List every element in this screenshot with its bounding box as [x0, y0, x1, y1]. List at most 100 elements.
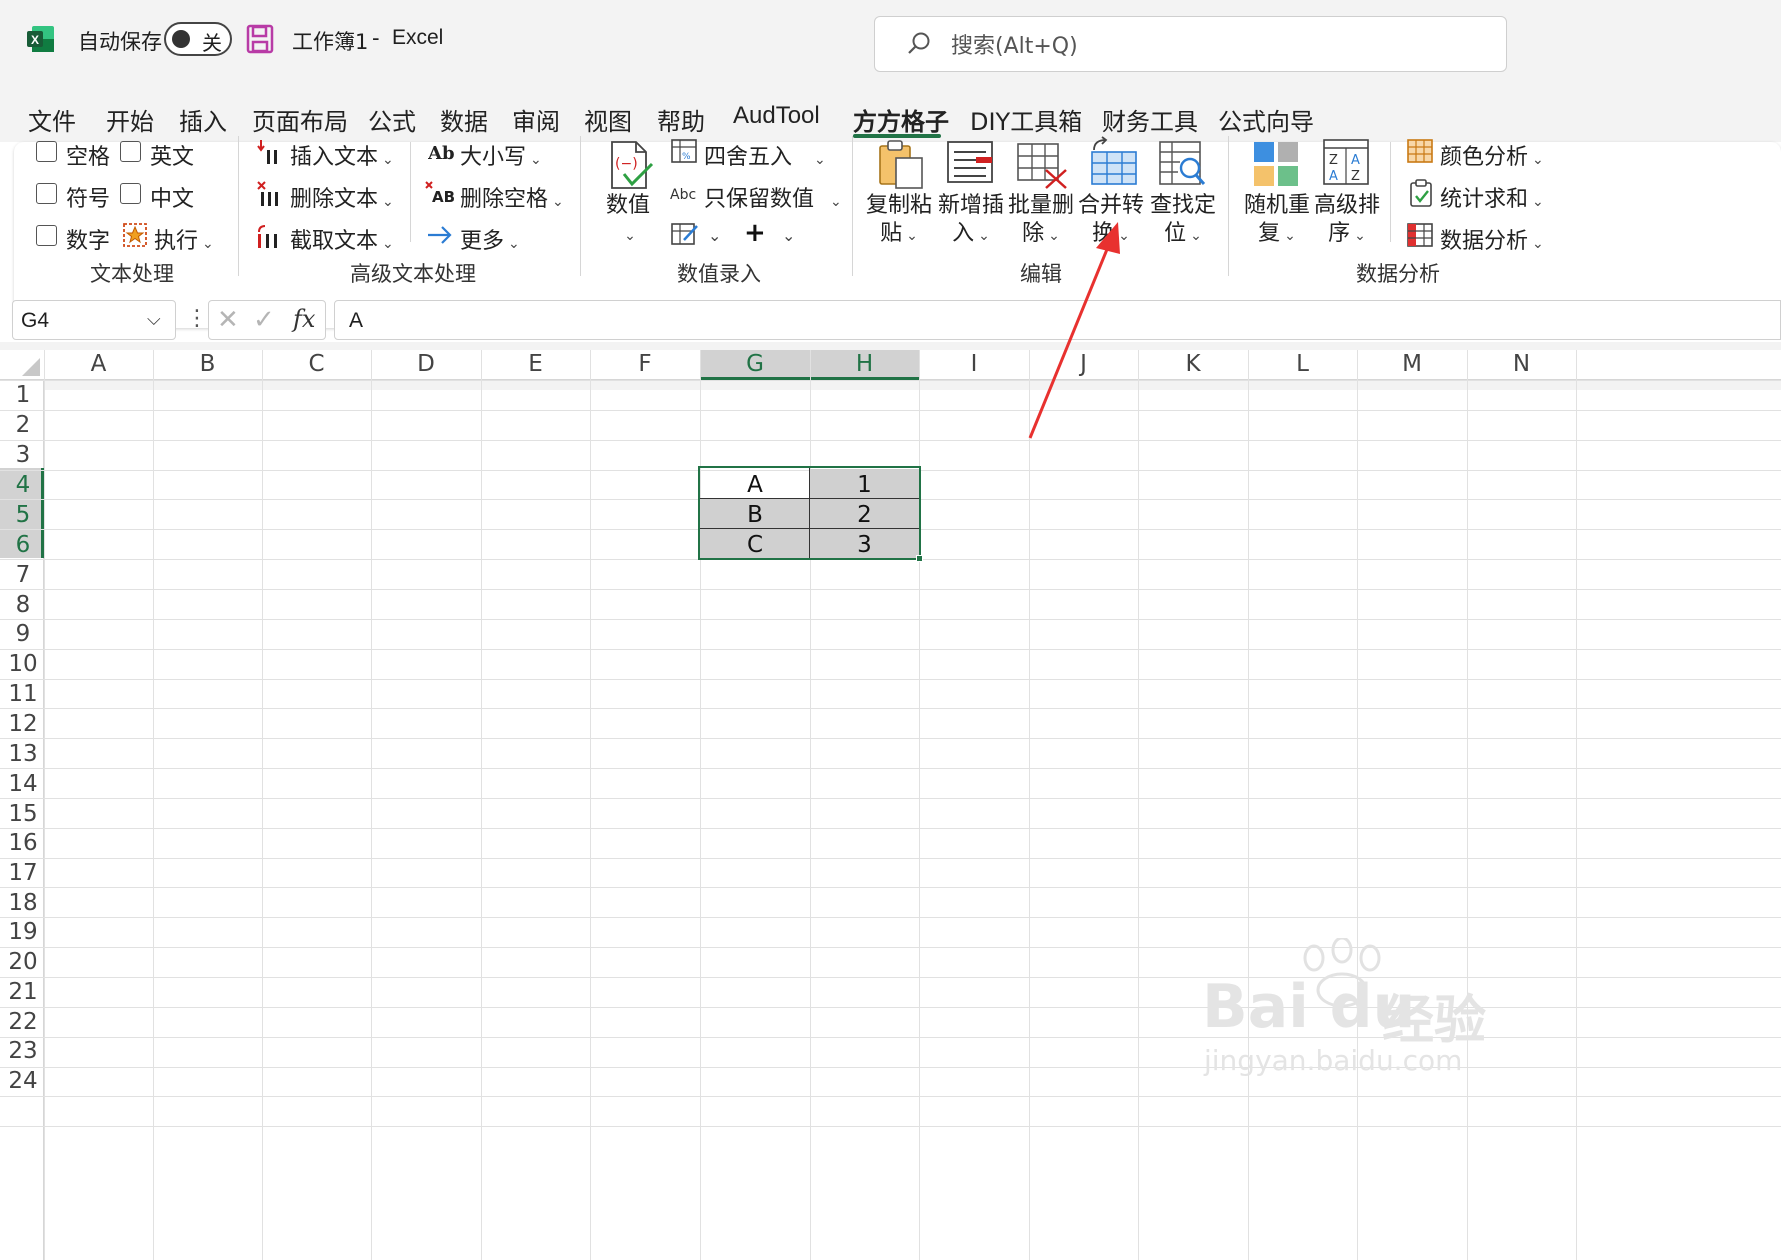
color-analysis-button[interactable]: 颜色分析 ⌄	[1440, 139, 1544, 171]
numeric-button[interactable]: 数值 ⌄	[604, 192, 652, 250]
column-header-l[interactable]: L	[1248, 346, 1357, 380]
execute-button[interactable]: 执行 ⌄	[154, 223, 214, 255]
row-header-1[interactable]: 1	[0, 382, 46, 408]
row-header-8[interactable]: 8	[0, 592, 46, 618]
row-header-18[interactable]: 18	[0, 890, 46, 916]
column-header-n[interactable]: N	[1467, 346, 1576, 380]
cell-h6[interactable]: 3	[810, 532, 919, 558]
row-header-10[interactable]: 10	[0, 651, 46, 677]
cell-h4[interactable]: 1	[810, 472, 919, 498]
more-button[interactable]: 更多 ⌄	[460, 223, 520, 255]
menu-finance-tools[interactable]: 财务工具	[1102, 102, 1198, 137]
row-header-22[interactable]: 22	[0, 1009, 46, 1035]
extract-text-icon	[256, 222, 282, 250]
select-all-corner[interactable]	[0, 350, 44, 380]
menu-insert[interactable]: 插入	[179, 102, 227, 137]
insert-rows-button[interactable]: 新增插入 ⌄	[938, 192, 1004, 250]
delete-space-button[interactable]: 删除空格 ⌄	[460, 181, 564, 213]
copy-paste-button[interactable]: 复制粘贴 ⌄	[866, 192, 932, 250]
cancel-icon[interactable]: ✕	[217, 305, 239, 335]
delete-text-button[interactable]: 删除文本 ⌄	[290, 181, 394, 213]
row-header-14[interactable]: 14	[0, 771, 46, 797]
menu-audtool[interactable]: AudTool	[733, 102, 820, 130]
checkbox-number[interactable]	[36, 225, 57, 246]
chevron-down-icon[interactable]: ⌵	[147, 309, 161, 330]
random-repeat-button[interactable]: 随机重复 ⌄	[1244, 192, 1310, 250]
checkbox-chinese[interactable]	[120, 183, 141, 204]
menu-formulas[interactable]: 公式	[368, 102, 416, 137]
row-header-17[interactable]: 17	[0, 860, 46, 886]
row-header-3[interactable]: 3	[0, 442, 46, 468]
checkbox-symbol[interactable]	[36, 183, 57, 204]
column-header-c[interactable]: C	[262, 346, 371, 380]
checkbox-english[interactable]	[120, 141, 141, 162]
cell-h5[interactable]: 2	[810, 502, 919, 528]
insert-text-button[interactable]: 插入文本 ⌄	[290, 139, 394, 171]
checkbox-space[interactable]	[36, 141, 57, 162]
cell-g6[interactable]: C	[700, 532, 810, 558]
row-header-5[interactable]: 5	[0, 502, 46, 528]
menu-file[interactable]: 文件	[28, 102, 76, 137]
row-header-2[interactable]: 2	[0, 412, 46, 438]
confirm-icon[interactable]: ✓	[253, 305, 275, 335]
edit-form-icon[interactable]	[670, 220, 700, 248]
cell-g4[interactable]: A	[700, 472, 810, 498]
find-locate-button[interactable]: 查找定位 ⌄	[1150, 192, 1216, 250]
search-box[interactable]: 搜索(Alt+Q)	[874, 16, 1507, 72]
row-header-11[interactable]: 11	[0, 681, 46, 707]
data-analysis-button[interactable]: 数据分析 ⌄	[1440, 223, 1544, 255]
round-button[interactable]: 四舍五入 ⌄	[704, 139, 826, 171]
row-header-23[interactable]: 23	[0, 1038, 46, 1064]
autosave-toggle[interactable]: 关	[164, 22, 232, 56]
row-header-24[interactable]: 24	[0, 1068, 46, 1094]
name-box[interactable]: G4 ⌵	[12, 300, 176, 340]
row-header-6[interactable]: 6	[0, 532, 46, 558]
menu-page-layout[interactable]: 页面布局	[252, 102, 348, 137]
row-header-13[interactable]: 13	[0, 741, 46, 767]
menu-review[interactable]: 审阅	[512, 102, 560, 137]
column-header-i[interactable]: I	[919, 346, 1029, 380]
insert-function-icon[interactable]: fx	[293, 305, 315, 333]
row-header-4[interactable]: 4	[0, 472, 46, 498]
chevron-down-icon[interactable]: ⌄	[782, 226, 795, 245]
chevron-down-icon[interactable]: ⌄	[708, 226, 721, 245]
menu-formula-wizard[interactable]: 公式向导	[1218, 102, 1314, 137]
column-header-m[interactable]: M	[1357, 346, 1467, 380]
column-header-h[interactable]: H	[810, 346, 919, 380]
random-repeat-icon	[1252, 140, 1300, 188]
row-header-7[interactable]: 7	[0, 562, 46, 588]
column-header-a[interactable]: A	[44, 346, 153, 380]
advanced-sort-label-1: 高级排	[1314, 193, 1381, 218]
advanced-sort-button[interactable]: 高级排序 ⌄	[1314, 192, 1380, 250]
column-header-f[interactable]: F	[590, 346, 700, 380]
column-header-b[interactable]: B	[153, 346, 262, 380]
column-header-k[interactable]: K	[1138, 346, 1248, 380]
row-header-21[interactable]: 21	[0, 979, 46, 1005]
grid-column-line	[1029, 350, 1030, 1260]
more-options-icon[interactable]: ⋮	[186, 306, 208, 331]
row-header-16[interactable]: 16	[0, 830, 46, 856]
menu-data[interactable]: 数据	[440, 102, 488, 137]
grid-row-line	[0, 947, 1781, 948]
menu-fangfanggezi[interactable]: 方方格子	[853, 102, 949, 137]
save-icon[interactable]	[246, 24, 274, 54]
case-button[interactable]: 大小写 ⌄	[460, 139, 542, 171]
keep-numeric-button[interactable]: 只保留数值 ⌄	[704, 181, 842, 213]
menu-view[interactable]: 视图	[584, 102, 632, 137]
column-header-d[interactable]: D	[371, 346, 481, 380]
grid-column-line	[1576, 350, 1577, 1260]
cell-g5[interactable]: B	[700, 502, 810, 528]
stat-sum-button[interactable]: 统计求和 ⌄	[1440, 181, 1544, 213]
row-header-15[interactable]: 15	[0, 801, 46, 827]
menu-help[interactable]: 帮助	[657, 102, 705, 137]
row-header-19[interactable]: 19	[0, 919, 46, 945]
row-header-20[interactable]: 20	[0, 949, 46, 975]
extract-text-button[interactable]: 截取文本 ⌄	[290, 223, 394, 255]
column-header-g[interactable]: G	[700, 346, 810, 380]
menu-diy-toolbox[interactable]: DIY工具箱	[970, 102, 1082, 137]
row-header-12[interactable]: 12	[0, 711, 46, 737]
column-header-e[interactable]: E	[481, 346, 590, 380]
row-header-9[interactable]: 9	[0, 621, 46, 647]
plus-icon[interactable]: +	[744, 218, 766, 248]
menu-home[interactable]: 开始	[106, 102, 154, 137]
